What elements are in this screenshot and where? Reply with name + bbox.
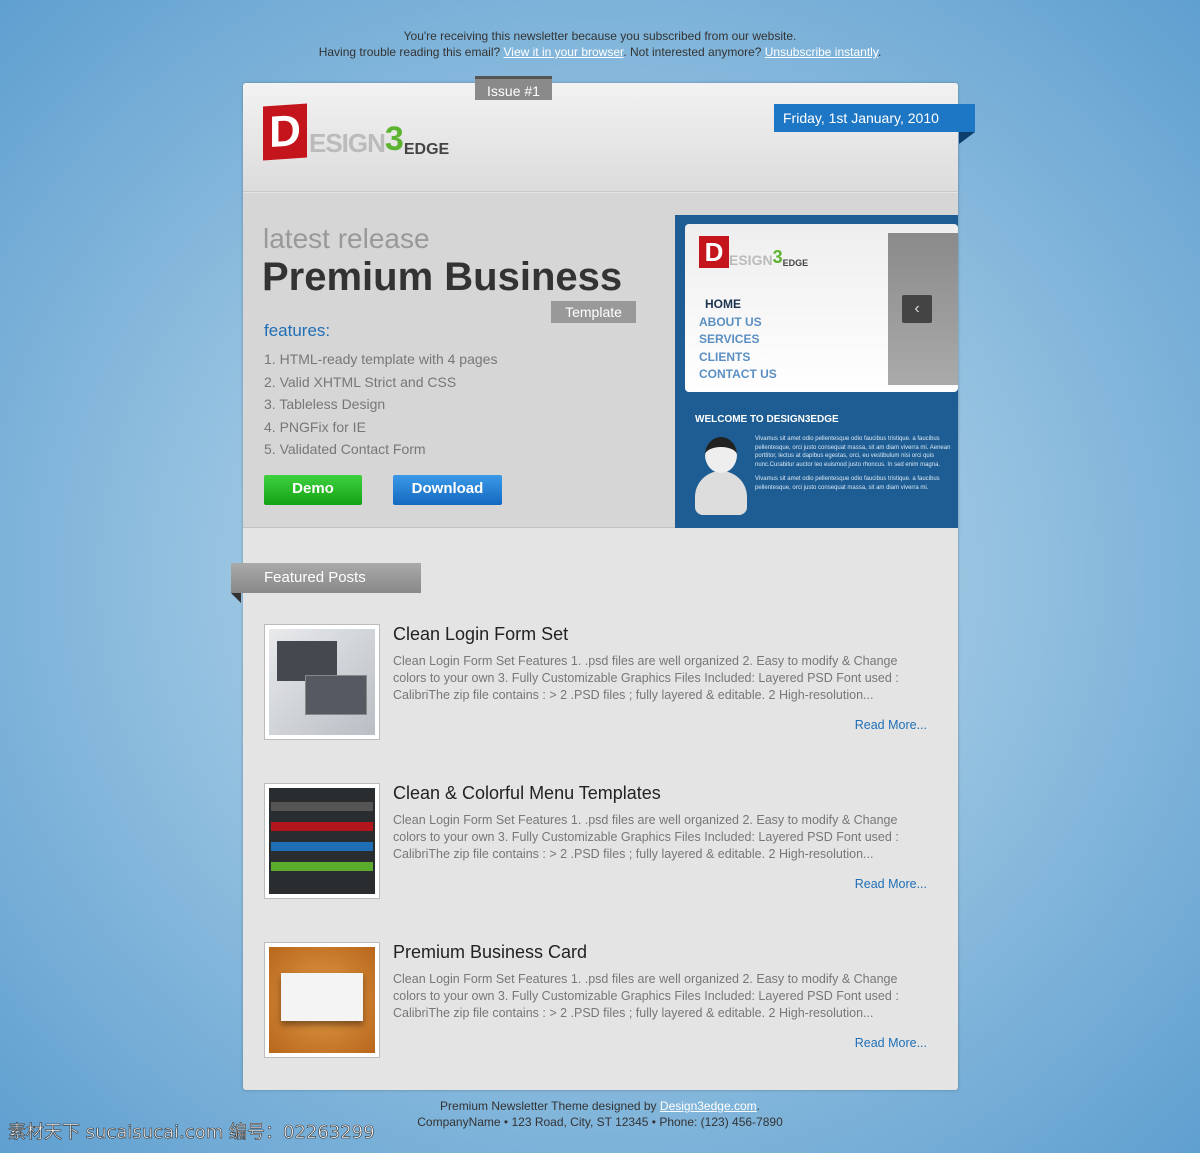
user-avatar-icon [695,437,747,517]
preview-logo: D ESIGN 3 EDGE [699,236,808,268]
logo[interactable]: D ESIGN 3 EDGE [263,103,449,161]
preview-nav: HOME ABOUT US SERVICES CLIENTS CONTACT U… [699,296,777,384]
read-more-link[interactable]: Read More... [855,718,927,732]
preview-nav-item: ABOUT US [699,314,762,329]
feature-item: 4. PNGFix for IE [264,418,366,435]
post-thumbnail[interactable] [264,783,380,899]
feature-item: 2. Valid XHTML Strict and CSS [264,373,457,390]
footer-address: CompanyName • 123 Road, City, ST 12345 •… [417,1115,783,1129]
read-more-link[interactable]: Read More... [855,877,927,891]
preheader: You're receiving this newsletter because… [0,28,1200,60]
preheader-text: Having trouble reading this email? [318,45,501,59]
post-excerpt: Clean Login Form Set Features 1. .psd fi… [393,813,899,861]
post-excerpt: Clean Login Form Set Features 1. .psd fi… [393,972,899,1020]
preview-welcome: WELCOME TO DESIGN3EDGE [695,414,839,425]
preheader-line1: You're receiving this newsletter because… [403,29,797,43]
hero: latest release Premium Business Template… [243,193,958,528]
preview-slider: ‹ [888,233,958,385]
post-title[interactable]: Clean Login Form Set [393,624,568,645]
newsletter-card: D ESIGN 3 EDGE Friday, 1st January, 2010 Is… [231,76,975,1090]
view-in-browser-link[interactable]: View it in your browser [504,45,624,59]
hero-title: Premium Business [262,255,623,299]
template-tag: Template [551,301,636,323]
demo-button[interactable]: Demo [264,475,362,505]
features-list: 1. HTML-ready template with 4 pages 2. V… [264,348,497,461]
preview-nav-item: CONTACT US [699,367,777,381]
post-thumbnail[interactable] [264,942,380,1058]
post-item: Clean Login Form Set Clean Login Form Se… [264,624,927,740]
chevron-left-icon: ‹ [902,295,932,323]
preheader-text: . [877,45,882,59]
post-excerpt: Clean Login Form Set Features 1. .psd fi… [393,654,899,702]
preview-text: Vivamus sit amet odio pellentesque odio … [755,436,951,491]
header: D ESIGN 3 EDGE Friday, 1st January, 2010 [243,83,975,192]
issue-tab: Issue #1 [475,76,552,100]
date-ribbon: Friday, 1st January, 2010 [774,104,975,144]
featured-posts-tab: Featured Posts [231,563,421,603]
download-button[interactable]: Download [393,475,502,505]
footer: Premium Newsletter Theme designed by Des… [300,1098,900,1130]
post-title[interactable]: Clean & Colorful Menu Templates [393,783,661,804]
post-item: Clean & Colorful Menu Templates Clean Lo… [264,783,927,899]
watermark: 素材天下 sucaisucai.com 编号：02263299 [8,1122,375,1144]
preview-nav-item: SERVICES [699,332,760,346]
preview-nav-item: HOME [705,297,741,311]
designer-link[interactable]: Design3edge.com [660,1099,757,1113]
unsubscribe-link[interactable]: Unsubscribe instantly [765,45,878,59]
features-label: features: [264,321,331,340]
preheader-text: . Not interested anymore? [623,45,762,59]
template-preview-image: D ESIGN 3 EDGE HOME ABOUT US SERVICES CLIEN… [675,215,958,528]
read-more-link[interactable]: Read More... [855,1036,927,1050]
feature-item: 5. Validated Contact Form [264,441,426,457]
feature-item: 3. Tableless Design [264,396,386,412]
footer-credit: Premium Newsletter Theme designed by [440,1099,657,1113]
hero-kicker: latest release [263,223,430,254]
feature-item: 1. HTML-ready template with 4 pages [264,351,498,367]
post-thumbnail[interactable] [264,624,380,740]
post-title[interactable]: Premium Business Card [393,942,587,963]
preview-nav-item: CLIENTS [699,349,751,364]
post-item: Premium Business Card Clean Login Form S… [264,942,927,1058]
